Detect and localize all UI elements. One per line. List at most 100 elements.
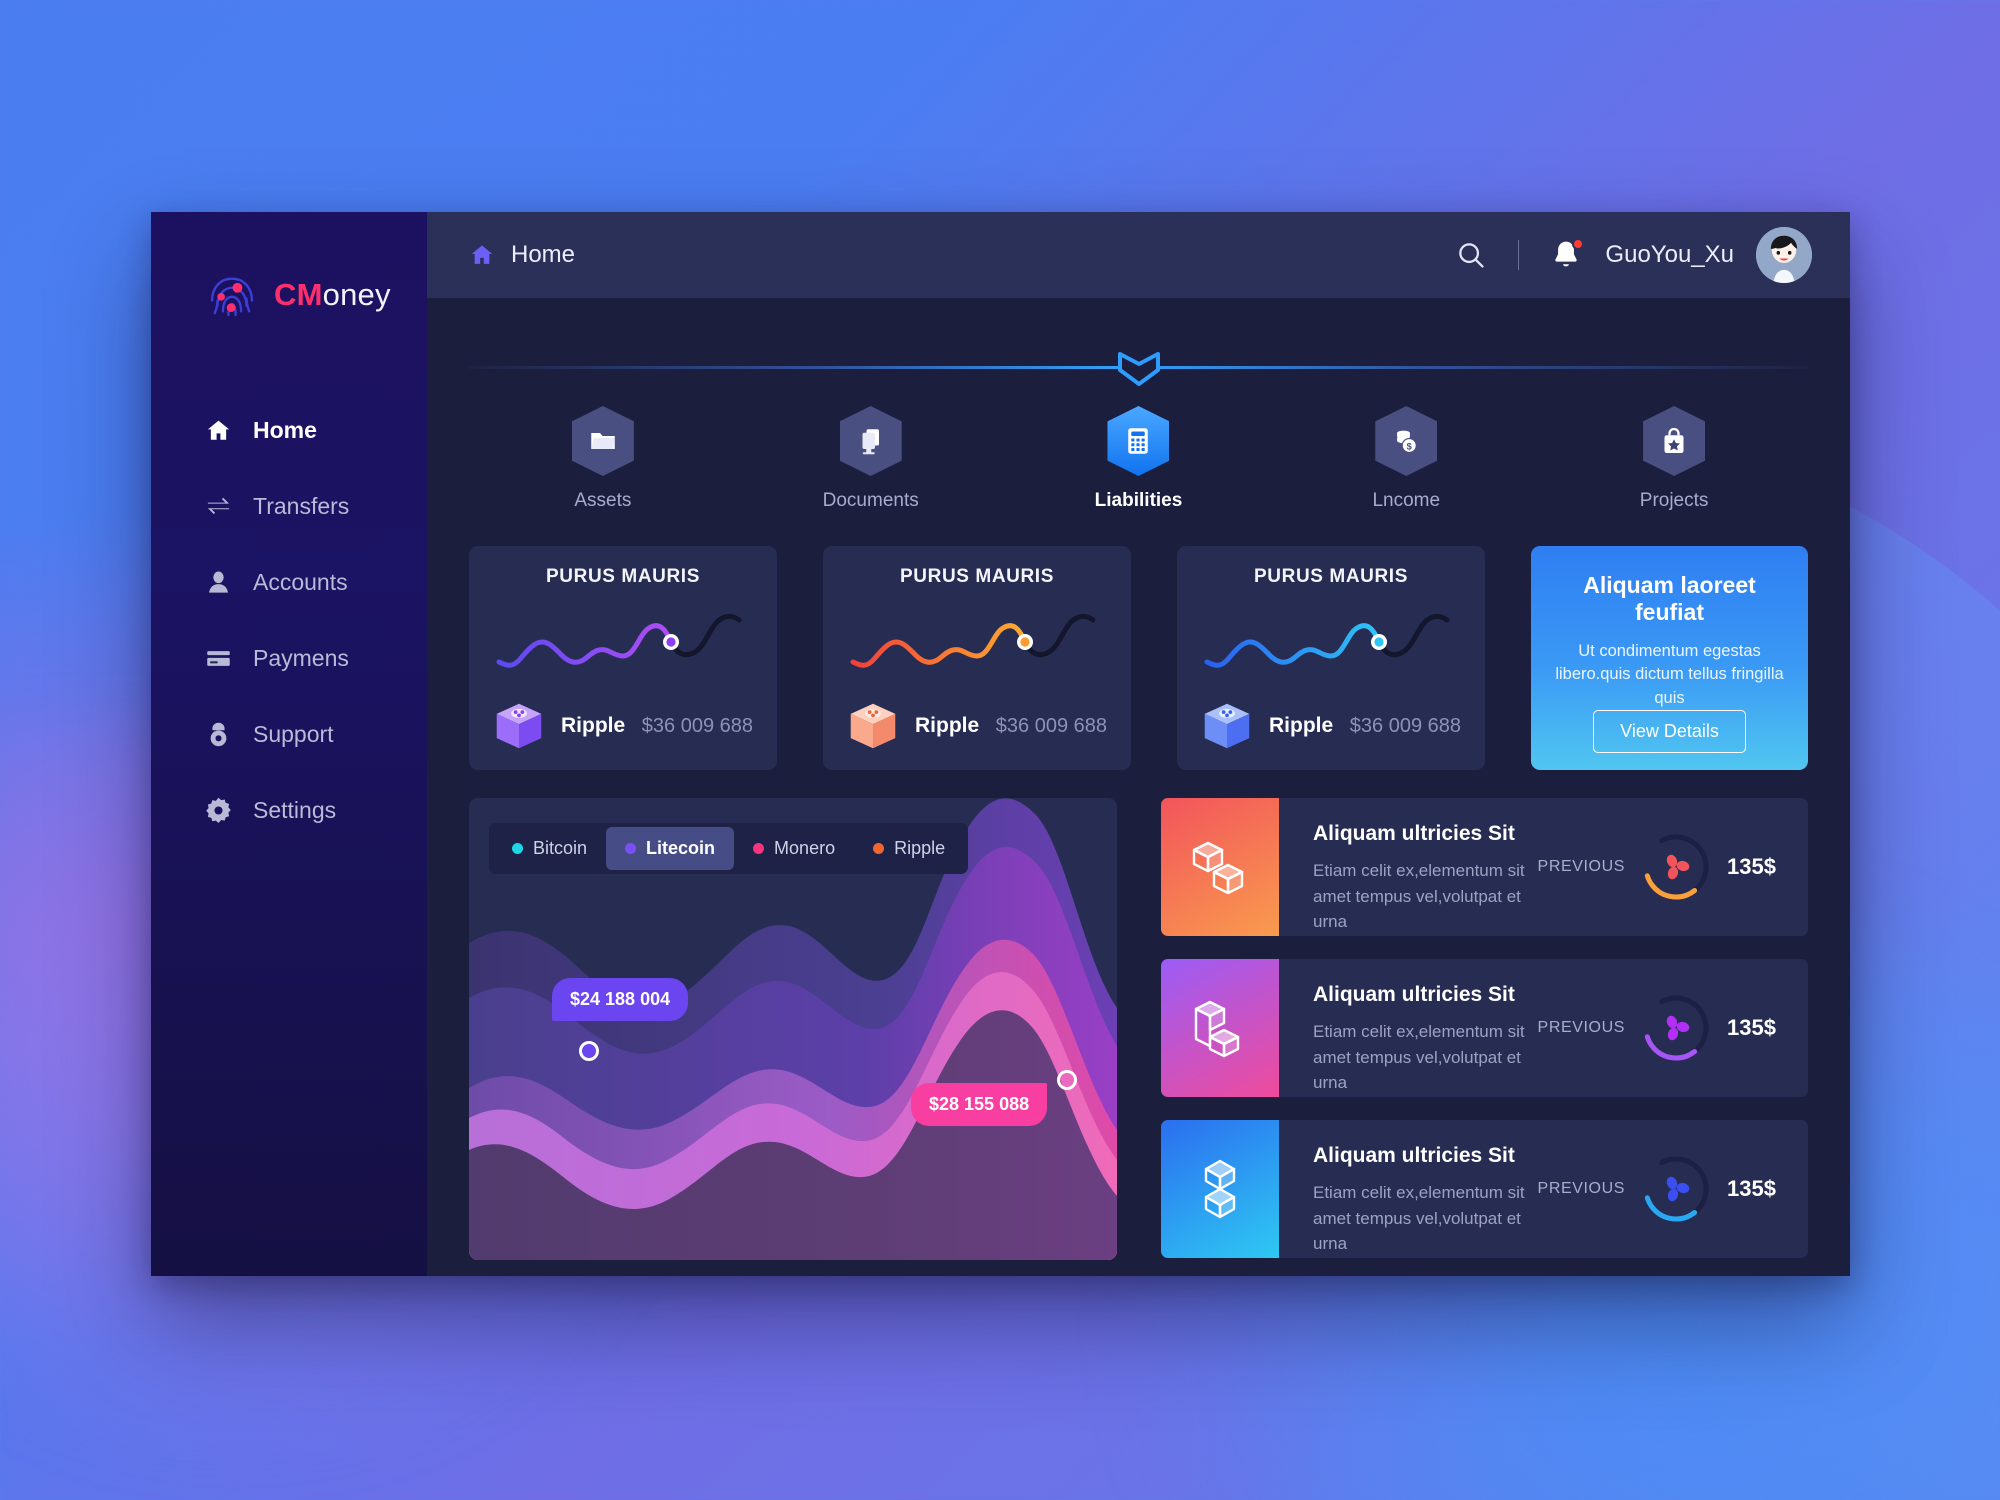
category-label: Documents (822, 490, 919, 511)
coin-name: Ripple (561, 714, 626, 737)
amount-value: 135$ (1727, 1176, 1776, 1201)
sidebar-item-paymens[interactable]: Paymens (151, 634, 427, 682)
svg-text:$: $ (1407, 441, 1413, 451)
sidebar-item-support[interactable]: Support (151, 710, 427, 758)
chart-marker-monero[interactable] (1057, 1070, 1077, 1090)
coin-name: Ripple (915, 714, 980, 737)
card-icon (207, 650, 230, 666)
chart-tooltip-monero: $28 155 088 (911, 1083, 1048, 1126)
coin-card[interactable]: PURUS MAURIS Ripple $36 009 688 (1177, 546, 1485, 770)
category-documents[interactable]: Documents (737, 406, 1005, 512)
bottom-row: Bitcoin Litecoin Monero Ripple $24 188 0… (469, 798, 1808, 1260)
list-item[interactable]: Aliquam ultricies Sit Etiam celit ex,ele… (1161, 959, 1808, 1097)
ripple-cube-icon (850, 703, 896, 749)
notifications-button[interactable] (1543, 232, 1589, 278)
bag-star-icon (1664, 427, 1684, 453)
progress-ring (1639, 1152, 1713, 1226)
coin-cards-row: PURUS MAURIS Ripple $36 009 688 PURUS MA… (469, 546, 1808, 770)
sparkline-chart (850, 613, 1096, 668)
content-area: Assets Documents Liabilities $ Lncome Pr… (427, 298, 1850, 1276)
brand-text: CMoney (274, 277, 391, 313)
list-item-desc: Etiam celit ex,elementum sit amet tempus… (1313, 861, 1525, 931)
coin-card-footer: Ripple $36 009 688 (493, 700, 753, 752)
legend-label: Monero (774, 838, 836, 858)
sidebar-item-accounts[interactable]: Accounts (151, 558, 427, 606)
sidebar-nav: Home Transfers Accounts Paymens Support … (151, 406, 427, 834)
home-icon (471, 245, 493, 264)
legend-dot (625, 843, 637, 854)
previous-label: PREVIOUS (1537, 1180, 1626, 1197)
topbar: Home GuoYou_Xu (427, 212, 1850, 298)
ring-chart (1643, 1156, 1709, 1222)
list-item[interactable]: Aliquam ultricies Sit Etiam celit ex,ele… (1161, 798, 1808, 936)
avatar[interactable] (1756, 227, 1812, 283)
coins-icon: $ (1396, 429, 1418, 454)
list-item-thumbnail (1161, 798, 1279, 936)
category-icon-wrap (571, 406, 634, 476)
legend-item-monero[interactable]: Monero (734, 827, 854, 870)
cubes-icon (1192, 841, 1244, 895)
blocks-icon (1194, 1000, 1240, 1058)
topbar-actions: GuoYou_Xu (1448, 227, 1812, 283)
chart-tooltip-litecoin: $24 188 004 (552, 978, 689, 1021)
legend-label: Bitcoin (533, 838, 588, 858)
list-item-title: Aliquam ultricies Sit (1313, 983, 1515, 1006)
coin-card-title: PURUS MAURIS (1254, 566, 1408, 587)
coin-name: Ripple (1269, 714, 1334, 737)
coin-card[interactable]: PURUS MAURIS Ripple $36 009 688 (469, 546, 777, 770)
category-icon-wrap: $ (1375, 406, 1438, 476)
category-projects[interactable]: Projects (1540, 406, 1808, 512)
category-liabilities[interactable]: Liabilities (1005, 406, 1273, 512)
sidebar-item-settings[interactable]: Settings (151, 786, 427, 834)
coin-card[interactable]: PURUS MAURIS Ripple $36 009 688 (823, 546, 1131, 770)
previous-label: PREVIOUS (1537, 858, 1626, 875)
coin-card-title: PURUS MAURIS (546, 566, 700, 587)
section-divider (469, 330, 1808, 400)
user-icon (209, 570, 228, 593)
list-item-desc: Etiam celit ex,elementum sit amet tempus… (1313, 1183, 1525, 1253)
previous-label: PREVIOUS (1537, 1019, 1626, 1036)
legend-item-ripple[interactable]: Ripple (854, 827, 964, 870)
search-icon (1459, 243, 1485, 268)
sidebar-item-label: Transfers (253, 492, 350, 519)
hex-block-icon (1204, 1159, 1236, 1219)
category-icon-wrap (1643, 406, 1706, 476)
chart-legend: Bitcoin Litecoin Monero Ripple (489, 823, 969, 874)
lifebuoy-icon (210, 722, 227, 746)
app-window: CMoney Home Transfers Accounts Paymens S… (151, 212, 1850, 1276)
sidebar-item-home[interactable]: Home (151, 406, 427, 454)
bell-wrapper (1549, 237, 1585, 273)
legend-item-bitcoin[interactable]: Bitcoin (493, 827, 606, 870)
chevron-marker-icon (1117, 352, 1160, 386)
category-label: Lncome (1372, 490, 1441, 511)
sidebar-item-transfers[interactable]: Transfers (151, 482, 427, 530)
legend-dot (512, 843, 523, 854)
list-item-metrics: PREVIOUS 135$ (1538, 798, 1808, 936)
sparkline-chart (1204, 613, 1450, 668)
topbar-divider (1518, 240, 1520, 270)
gear-icon (206, 797, 231, 823)
sparkline-chart (496, 613, 742, 668)
view-details-button[interactable]: View Details (1593, 710, 1746, 754)
progress-ring (1639, 830, 1713, 904)
home-icon (207, 420, 230, 440)
amount-value: 135$ (1727, 1015, 1776, 1040)
sidebar-item-label: Home (253, 416, 317, 443)
sidebar-item-label: Paymens (253, 644, 349, 671)
list-item-title: Aliquam ultricies Sit (1313, 822, 1515, 845)
sidebar-item-label: Support (253, 720, 334, 747)
list-item-body: Aliquam ultricies Sit Etiam celit ex,ele… (1279, 1120, 1538, 1258)
promo-subtitle: Ut condimentum egestas libero.quis dictu… (1555, 642, 1784, 707)
folder-icon (591, 433, 615, 449)
brand-cm: CM (274, 277, 323, 312)
category-lncome[interactable]: $ Lncome (1272, 406, 1540, 512)
category-assets[interactable]: Assets (469, 406, 737, 512)
list-item-title: Aliquam ultricies Sit (1313, 1144, 1515, 1167)
category-label: Assets (574, 490, 632, 511)
chart-marker-litecoin[interactable] (579, 1041, 599, 1061)
list-item[interactable]: Aliquam ultricies Sit Etiam celit ex,ele… (1161, 1120, 1808, 1258)
search-button[interactable] (1448, 232, 1494, 278)
coin-card-title: PURUS MAURIS (900, 566, 1054, 587)
breadcrumb[interactable]: Home (469, 241, 575, 269)
legend-item-litecoin[interactable]: Litecoin (606, 827, 735, 870)
